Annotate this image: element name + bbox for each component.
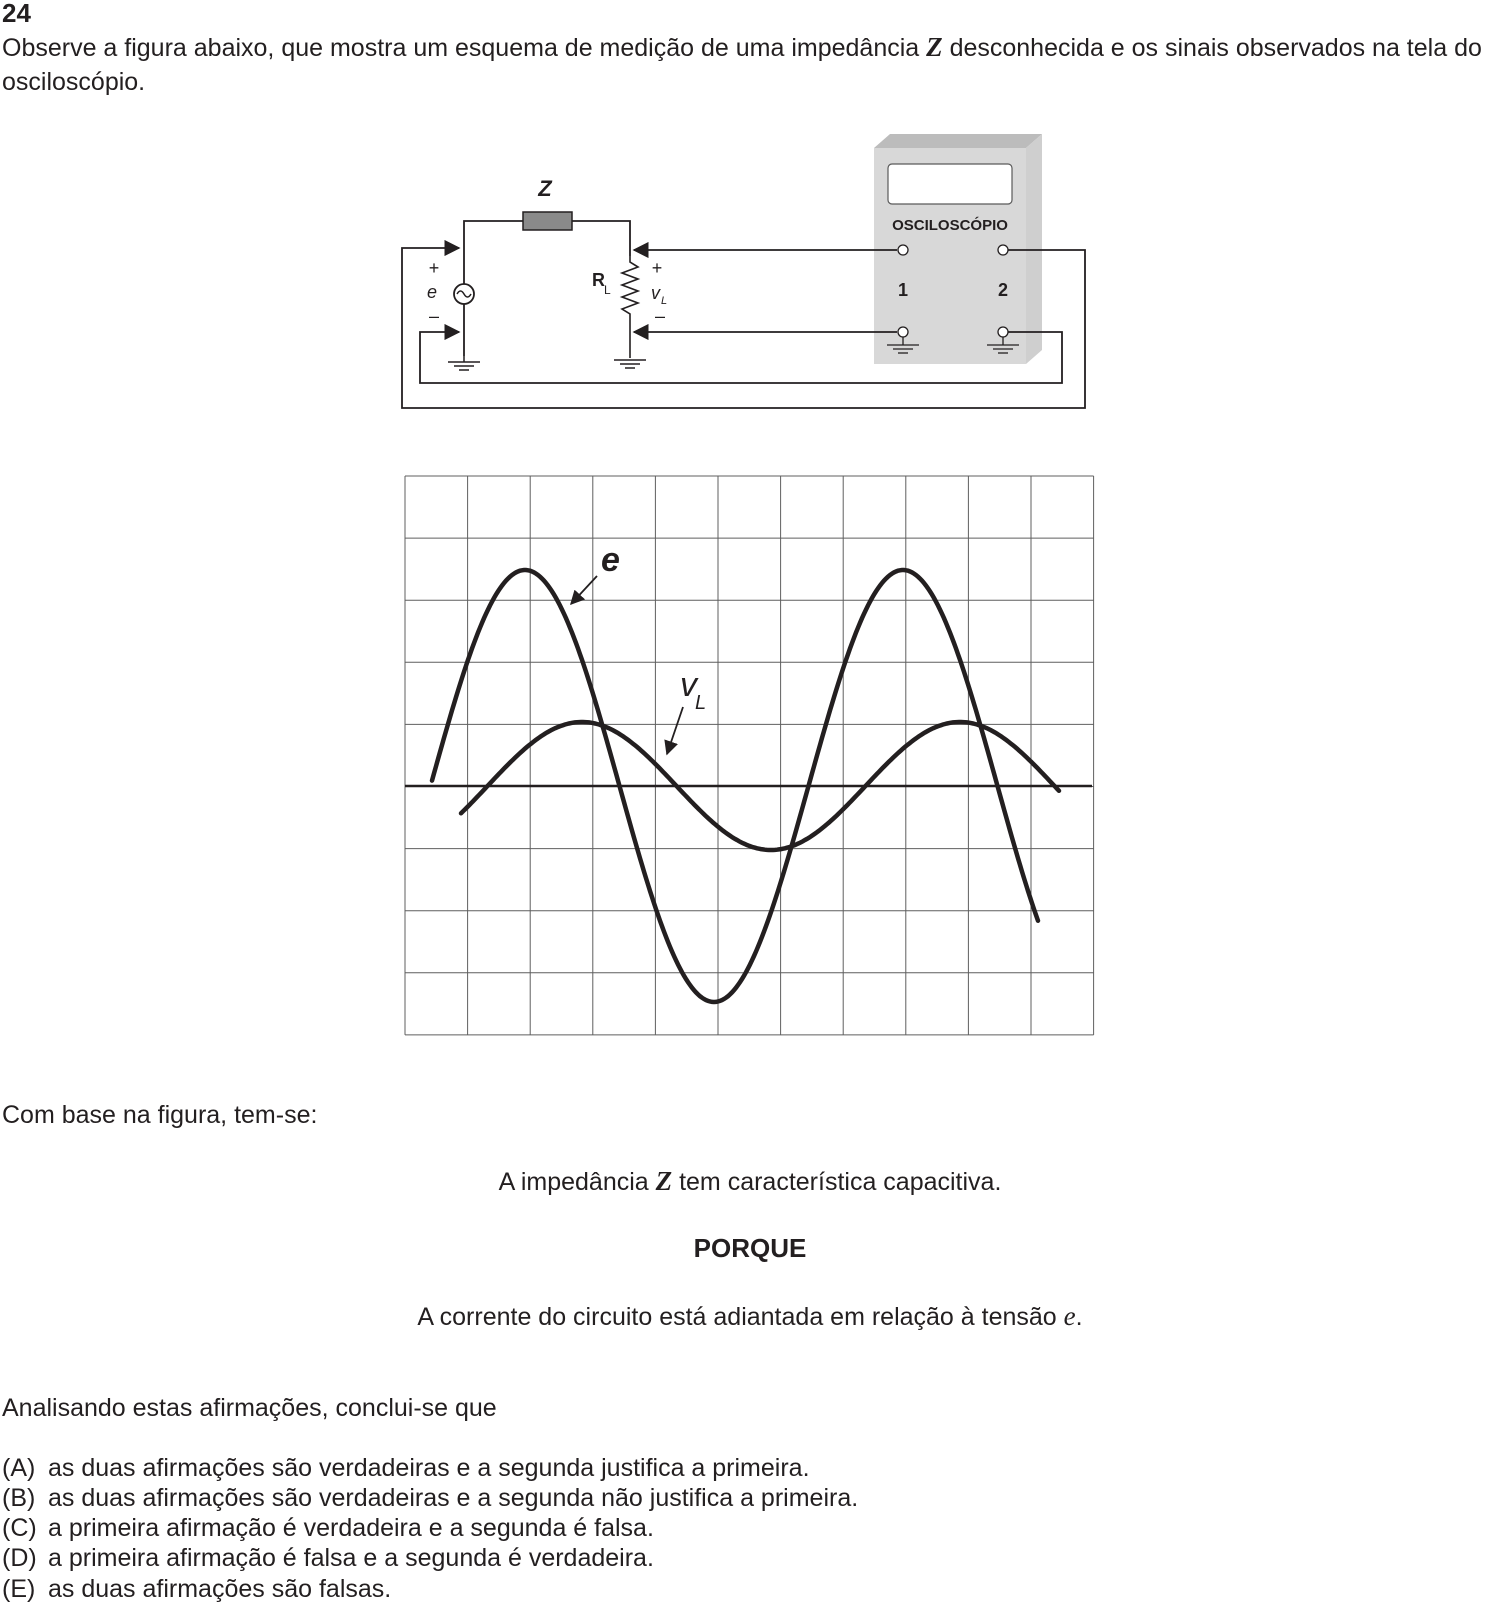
option-a-letter: (A) (2, 1454, 36, 1482)
option-b-letter: (B) (2, 1484, 36, 1512)
oscilloscope-screen (887, 163, 1013, 205)
arrow-vl (664, 706, 684, 756)
oscilloscope-display: e v L (404, 475, 1095, 1036)
option-d-letter: (D) (2, 1544, 37, 1572)
source-e-label: e (427, 282, 437, 302)
reason-text-2: . (1075, 1303, 1083, 1331)
option-e[interactable]: (E) as duas afirmações são falsas. (2, 1574, 391, 1604)
ground-icon-source (448, 356, 480, 371)
waveform-vl-sub-label: L (695, 692, 706, 714)
channel-1-label: 1 (898, 280, 908, 300)
reason-symbol-e: e (1063, 1301, 1076, 1331)
option-b-text: as duas afirmações são verdadeiras e a s… (48, 1484, 859, 1512)
oscilloscope-top (874, 134, 1042, 148)
channel-2-terminal (997, 244, 1009, 256)
analysis-prompt: Analisando estas afirmações, conclui-se … (2, 1394, 497, 1422)
wire-right-top (572, 220, 631, 256)
channel-1-ground-terminal (897, 326, 909, 338)
reason-text-1: A corrente do circuito está adiantada em… (417, 1303, 1064, 1331)
vl-plus-sign: + (652, 258, 663, 278)
impedance-z-label: Z (537, 176, 553, 201)
assertion-text-1: A impedância (498, 1168, 656, 1196)
connector-porque: PORQUE (693, 1233, 807, 1263)
vl-minus-sign: – (655, 306, 665, 326)
impedance-z-box (522, 211, 573, 231)
channel-2-label: 2 (998, 280, 1008, 300)
resistor-rl-icon (619, 256, 641, 358)
option-d[interactable]: (D) a primeira afirmação é falsa e a segu… (2, 1543, 654, 1573)
waveform-e-label: e (601, 541, 620, 579)
option-c[interactable]: (C) a primeira afirmação é verdadeira e a… (2, 1513, 654, 1543)
oscilloscope-side (1026, 134, 1042, 364)
assertion-symbol-z: Z (655, 1166, 673, 1196)
option-e-text: as duas afirmações são falsas. (48, 1575, 392, 1603)
circuit-diagram: OSCILOSCÓPIO 1 2 Z + e – R L + v L – (401, 134, 1086, 409)
option-b[interactable]: (B) as duas afirmações são verdadeiras e … (2, 1483, 858, 1513)
oscilloscope-label: OSCILOSCÓPIO (892, 216, 1008, 234)
vl-label: v (651, 283, 661, 303)
channel-2-ground-terminal (997, 326, 1009, 338)
option-d-text: a primeira afirmação é falsa e a segunda… (48, 1544, 654, 1572)
option-c-letter: (C) (2, 1514, 37, 1542)
assertion-text: A impedância Z tem característica capaci… (0, 1166, 1500, 1197)
source-minus-sign: – (429, 306, 439, 326)
resistor-sub-label: L (604, 283, 611, 297)
option-a-text: as duas afirmações são verdadeiras e a s… (48, 1454, 810, 1482)
option-a[interactable]: (A) as duas afirmações são verdadeiras e … (2, 1453, 810, 1483)
option-e-letter: (E) (2, 1575, 36, 1603)
option-c-text: a primeira afirmação é verdadeira e a se… (48, 1514, 654, 1542)
channel-1-terminal (897, 244, 909, 256)
reason-text: A corrente do circuito está adiantada em… (0, 1301, 1500, 1332)
ground-icon-resistor (614, 359, 646, 369)
source-plus-sign: + (429, 258, 440, 278)
assertion-text-2: tem característica capacitiva. (672, 1168, 1002, 1196)
intro-text: Com base na figura, tem-se: (2, 1101, 318, 1129)
